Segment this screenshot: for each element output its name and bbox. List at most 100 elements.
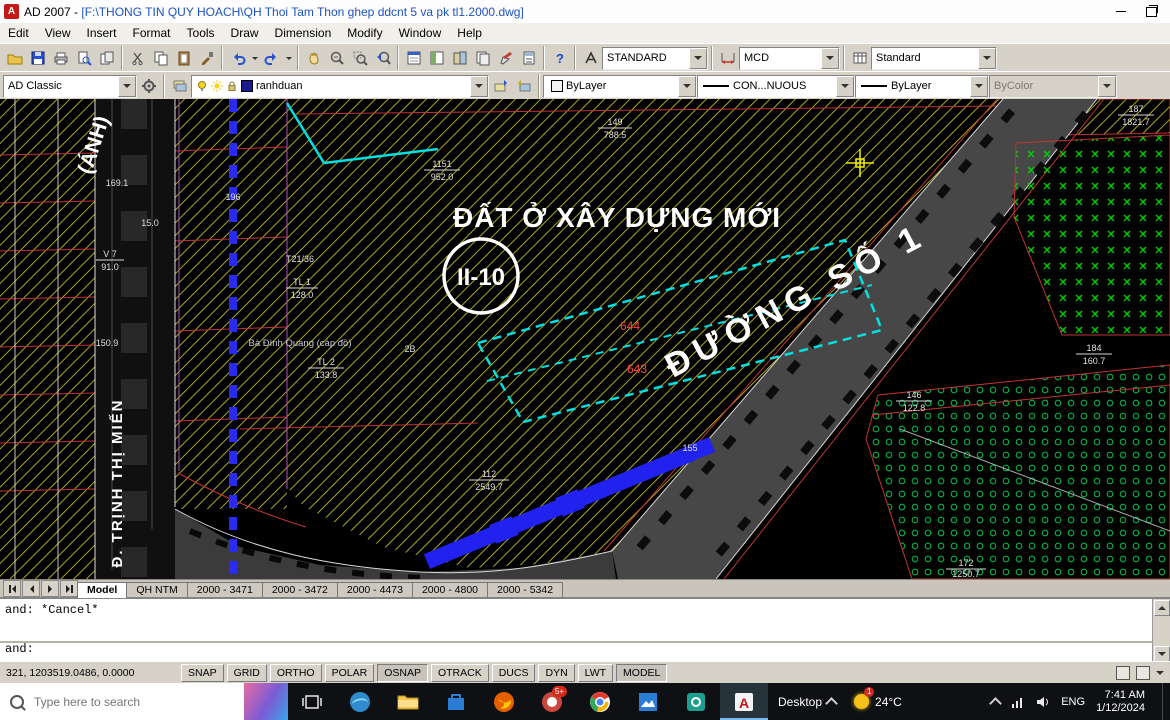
grid-toggle[interactable]: GRID	[227, 664, 267, 682]
search-input[interactable]	[32, 694, 196, 710]
firefox-button[interactable]	[480, 683, 528, 720]
tab-2000-3472[interactable]: 2000 - 3472	[262, 582, 338, 598]
combo-arrow-icon[interactable]	[689, 48, 707, 69]
tab-2000-4800[interactable]: 2000 - 4800	[412, 582, 488, 598]
tab-scroll-first-button[interactable]	[3, 580, 21, 597]
markup-button[interactable]	[494, 47, 517, 69]
menu-item-window[interactable]: Window	[391, 24, 450, 42]
combo-arrow-icon[interactable]	[678, 76, 696, 97]
combo-arrow-icon[interactable]	[118, 76, 136, 97]
layer-combo[interactable]: ranhduan	[191, 75, 489, 98]
weather-widget[interactable]: 1 24°C	[846, 683, 910, 720]
menu-item-view[interactable]: View	[37, 24, 79, 42]
tab-scroll-next-button[interactable]	[41, 580, 59, 597]
layer-lock-icon[interactable]	[226, 80, 238, 92]
photos-button[interactable]	[624, 683, 672, 720]
help-button[interactable]: ?	[548, 47, 571, 69]
linetype-combo[interactable]: CON...NUOUS	[697, 75, 855, 98]
tray-chevron-up-icon[interactable]	[989, 697, 1002, 710]
publish-button[interactable]	[95, 47, 118, 69]
annotation-scale-icon[interactable]	[1116, 666, 1130, 680]
clock[interactable]: 7:41 AM 1/12/2024	[1096, 689, 1151, 715]
tab-scroll-last-button[interactable]	[60, 580, 78, 597]
text-style-combo[interactable]: STANDARD	[602, 47, 708, 70]
table-style-combo[interactable]: Standard	[871, 47, 997, 70]
paste-button[interactable]	[172, 47, 195, 69]
tab-2000-3471[interactable]: 2000 - 3471	[187, 582, 263, 598]
search-highlight-image[interactable]	[244, 683, 288, 720]
layer-freeze-sun-icon[interactable]	[211, 80, 223, 92]
plot-preview-button[interactable]	[72, 47, 95, 69]
combo-arrow-icon[interactable]	[970, 76, 988, 97]
sheetset-manager-button[interactable]	[471, 47, 494, 69]
ortho-toggle[interactable]: ORTHO	[270, 664, 322, 682]
dyn-toggle[interactable]: DYN	[538, 664, 574, 682]
restore-button[interactable]	[1136, 1, 1166, 22]
undo-dropdown[interactable]	[249, 47, 260, 69]
tab-qh-ntm[interactable]: QH NTM	[126, 582, 187, 598]
menu-item-draw[interactable]: Draw	[223, 24, 267, 42]
store-button[interactable]	[432, 683, 480, 720]
combo-arrow-icon[interactable]	[978, 48, 996, 69]
plot-button[interactable]	[49, 47, 72, 69]
make-object-layer-current-button[interactable]	[489, 75, 512, 97]
volume-icon[interactable]	[1036, 695, 1050, 709]
layer-previous-button[interactable]	[512, 75, 535, 97]
redo-button[interactable]	[260, 47, 283, 69]
drawing-area[interactable]: 149788.5 1151952.0 1871821.7 184160.7 14…	[0, 99, 1170, 579]
tab-model[interactable]: Model	[77, 582, 127, 598]
tab-scroll-prev-button[interactable]	[22, 580, 40, 597]
workspace-combo[interactable]: AD Classic	[3, 75, 137, 98]
drawing-canvas[interactable]: 149788.5 1151952.0 1871821.7 184160.7 14…	[0, 99, 1170, 579]
otrack-toggle[interactable]: OTRACK	[431, 664, 489, 682]
open-button[interactable]	[3, 47, 26, 69]
menu-item-modify[interactable]: Modify	[339, 24, 390, 42]
pan-button[interactable]	[302, 47, 325, 69]
language-indicator[interactable]: ENG	[1061, 696, 1085, 708]
show-desktop-button[interactable]	[1162, 683, 1168, 720]
quickcalc-button[interactable]	[517, 47, 540, 69]
designcenter-button[interactable]	[425, 47, 448, 69]
settings-app-button[interactable]	[672, 683, 720, 720]
combo-arrow-icon[interactable]	[470, 76, 488, 97]
command-window[interactable]: and: *Cancel* and:	[0, 597, 1170, 663]
layer-properties-button[interactable]	[168, 75, 191, 97]
menu-item-dimension[interactable]: Dimension	[267, 24, 340, 42]
zoom-realtime-button[interactable]	[325, 47, 348, 69]
properties-button[interactable]	[402, 47, 425, 69]
clean-screen-icon[interactable]	[1136, 666, 1150, 680]
menu-item-edit[interactable]: Edit	[0, 24, 37, 42]
redo-dropdown[interactable]	[283, 47, 294, 69]
layer-on-bulb-icon[interactable]	[196, 80, 208, 92]
combo-arrow-icon[interactable]	[821, 48, 839, 69]
zoom-previous-button[interactable]	[371, 47, 394, 69]
tab-2000-5342[interactable]: 2000 - 5342	[487, 582, 563, 598]
menu-item-tools[interactable]: Tools	[179, 24, 223, 42]
table-style-button[interactable]	[848, 47, 871, 69]
minimize-button[interactable]	[1106, 1, 1136, 22]
workspace-settings-button[interactable]	[137, 75, 160, 97]
chrome-button[interactable]	[576, 683, 624, 720]
match-properties-button[interactable]	[195, 47, 218, 69]
edge-button[interactable]	[336, 683, 384, 720]
menu-item-insert[interactable]: Insert	[78, 24, 124, 42]
coordinate-readout[interactable]: 321, 1203519.0486, 0.0000	[6, 667, 178, 679]
osnap-toggle[interactable]: OSNAP	[377, 664, 428, 682]
tab-2000-4473[interactable]: 2000 - 4473	[337, 582, 413, 598]
lineweight-combo[interactable]: ByLayer	[855, 75, 989, 98]
status-menu-arrow-icon[interactable]	[1156, 671, 1164, 679]
taskbar-search[interactable]	[0, 683, 244, 720]
copy-button[interactable]	[149, 47, 172, 69]
lwt-toggle[interactable]: LWT	[578, 664, 613, 682]
undo-button[interactable]	[226, 47, 249, 69]
model-toggle[interactable]: MODEL	[616, 664, 667, 682]
scroll-down-icon[interactable]	[1154, 646, 1170, 662]
menu-item-format[interactable]: Format	[125, 24, 179, 42]
ducs-toggle[interactable]: DUCS	[492, 664, 536, 682]
messaging-app-button[interactable]: 5+	[528, 683, 576, 720]
zoom-window-button[interactable]	[348, 47, 371, 69]
text-style-button[interactable]	[579, 47, 602, 69]
polar-toggle[interactable]: POLAR	[325, 664, 375, 682]
task-view-button[interactable]	[288, 683, 336, 720]
file-explorer-button[interactable]	[384, 683, 432, 720]
